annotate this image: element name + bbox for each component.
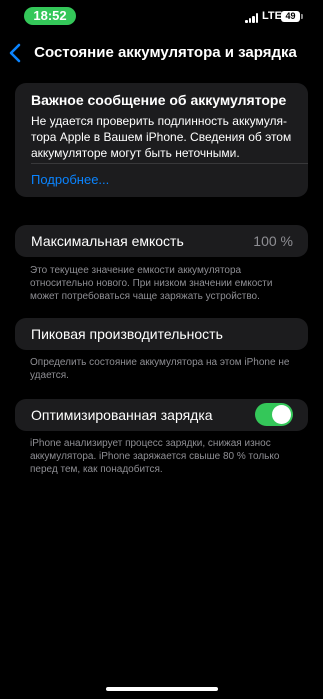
battery-icon: 49 xyxy=(281,11,300,22)
divider xyxy=(31,163,308,164)
signal-icon xyxy=(245,13,259,23)
max-capacity-footnote: Это текущее значение емкости аккумулятор… xyxy=(30,265,273,302)
important-message-card: Важное сообщение об аккумуляторе Не удае… xyxy=(15,83,308,197)
important-message-title: Важное сообщение об аккумуляторе xyxy=(31,92,287,108)
network-type: LTE xyxy=(262,10,282,22)
optimized-charging-footnote: iPhone анализирует процесс зарядки, сниж… xyxy=(30,438,280,475)
peak-performance-footnote: Определить состояние аккумулятора на это… xyxy=(30,357,290,381)
max-capacity-value: 100 % xyxy=(253,233,293,249)
status-bar: 18:52 LTE 49 xyxy=(0,0,323,36)
important-message-body: Не удается проверить подлинность аккумул… xyxy=(31,114,292,160)
navigation-bar: Состояние аккумулятора и зарядка xyxy=(0,38,323,68)
peak-performance-label: Пиковая производительность xyxy=(31,326,223,342)
battery-tip xyxy=(301,14,303,19)
optimized-charging-label: Оптимизированная зарядка xyxy=(31,407,213,423)
optimized-charging-toggle[interactable] xyxy=(255,403,293,426)
max-capacity-row: Максимальная емкость 100 % xyxy=(15,225,308,257)
learn-more-link[interactable]: Подробнее... xyxy=(31,172,109,187)
toggle-knob xyxy=(272,405,291,424)
peak-performance-row: Пиковая производительность xyxy=(15,318,308,350)
max-capacity-label: Максимальная емкость xyxy=(31,233,184,249)
page-title: Состояние аккумулятора и зарядка xyxy=(34,44,297,61)
status-time[interactable]: 18:52 xyxy=(24,7,76,25)
home-indicator[interactable] xyxy=(106,687,218,691)
optimized-charging-row: Оптимизированная зарядка xyxy=(15,399,308,431)
